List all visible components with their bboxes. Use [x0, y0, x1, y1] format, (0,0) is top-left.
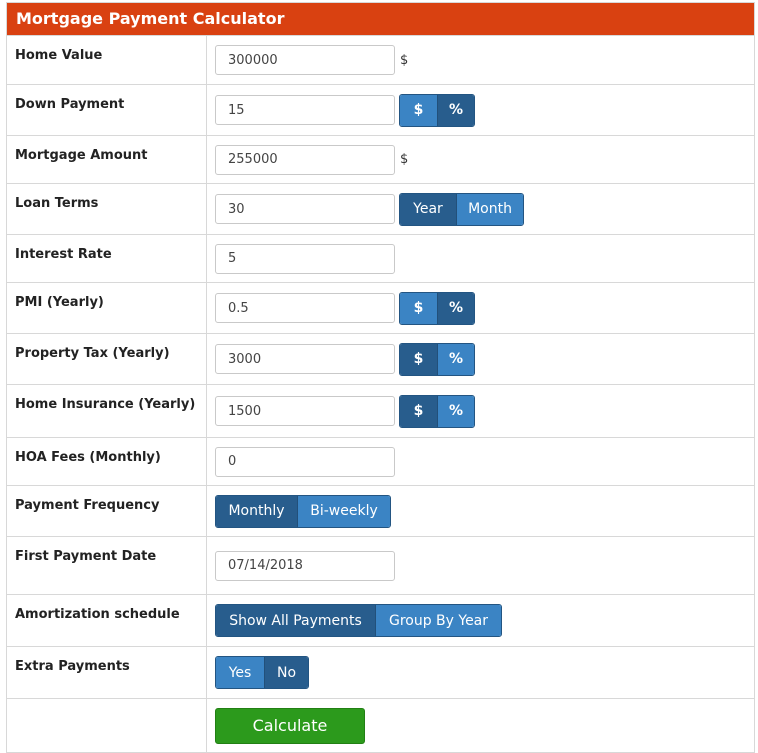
- row-pmi: PMI (Yearly) 0.5 $ %: [7, 282, 754, 333]
- payment-frequency-biweekly-button[interactable]: Bi-weekly: [297, 495, 390, 527]
- row-payment-frequency: Payment Frequency Monthly Bi-weekly: [7, 485, 754, 536]
- mortgage-calculator: Mortgage Payment Calculator Home Value 3…: [6, 2, 755, 753]
- row-down-payment: Down Payment 15 $ %: [7, 84, 754, 135]
- amortization-schedule-toggle: Show All Payments Group By Year: [215, 604, 502, 637]
- row-mortgage-amount: Mortgage Amount 255000 $: [7, 135, 754, 183]
- pmi-input[interactable]: 0.5: [215, 293, 395, 323]
- down-payment-unit-toggle: $ %: [399, 93, 475, 127]
- row-home-value: Home Value 300000 $: [7, 35, 754, 84]
- pmi-label: PMI (Yearly): [7, 283, 207, 333]
- extra-payments-toggle: Yes No: [215, 656, 309, 689]
- payment-frequency-monthly-button[interactable]: Monthly: [216, 495, 297, 527]
- row-calculate: Calculate: [7, 698, 754, 752]
- property-tax-label: Property Tax (Yearly): [7, 334, 207, 384]
- down-payment-input[interactable]: 15: [215, 95, 395, 125]
- loan-terms-unit-toggle: Year Month: [399, 192, 524, 226]
- calculate-button[interactable]: Calculate: [215, 707, 365, 744]
- down-payment-label: Down Payment: [7, 85, 207, 135]
- calculate-label-cell: [7, 699, 207, 752]
- home-insurance-dollar-button[interactable]: $: [400, 395, 437, 427]
- show-all-payments-button[interactable]: Show All Payments: [216, 605, 375, 636]
- property-tax-percent-button[interactable]: %: [437, 343, 474, 375]
- payment-frequency-label: Payment Frequency: [7, 486, 207, 536]
- mortgage-amount-input[interactable]: 255000: [215, 144, 395, 175]
- row-home-insurance: Home Insurance (Yearly) 1500 $ %: [7, 384, 754, 437]
- loan-terms-year-button[interactable]: Year: [400, 193, 456, 225]
- loan-terms-input[interactable]: 30: [215, 194, 395, 224]
- property-tax-unit-toggle: $ %: [399, 342, 475, 376]
- mortgage-amount-label: Mortgage Amount: [7, 136, 207, 183]
- home-insurance-unit-toggle: $ %: [399, 394, 475, 428]
- pmi-dollar-button[interactable]: $: [400, 292, 437, 324]
- home-value-label: Home Value: [7, 36, 207, 84]
- home-value-input[interactable]: 300000: [215, 45, 395, 75]
- hoa-fees-input[interactable]: 0: [215, 446, 395, 477]
- row-hoa-fees: HOA Fees (Monthly) 0: [7, 437, 754, 485]
- amortization-schedule-label: Amortization schedule: [7, 595, 207, 646]
- interest-rate-label: Interest Rate: [7, 235, 207, 282]
- row-interest-rate: Interest Rate 5: [7, 234, 754, 282]
- home-value-unit: $: [400, 52, 409, 68]
- loan-terms-month-button[interactable]: Month: [456, 193, 523, 225]
- row-loan-terms: Loan Terms 30 Year Month: [7, 183, 754, 234]
- pmi-percent-button[interactable]: %: [437, 292, 474, 324]
- home-insurance-input[interactable]: 1500: [215, 396, 395, 426]
- first-payment-date-label: First Payment Date: [7, 537, 207, 594]
- property-tax-dollar-button[interactable]: $: [400, 343, 437, 375]
- group-by-year-button[interactable]: Group By Year: [375, 605, 501, 636]
- mortgage-amount-unit: $: [400, 152, 409, 167]
- extra-payments-label: Extra Payments: [7, 647, 207, 698]
- calculator-title: Mortgage Payment Calculator: [7, 3, 754, 35]
- down-payment-dollar-button[interactable]: $: [400, 94, 437, 126]
- row-amortization-schedule: Amortization schedule Show All Payments …: [7, 594, 754, 646]
- pmi-unit-toggle: $ %: [399, 291, 475, 325]
- row-first-payment-date: First Payment Date 07/14/2018: [7, 536, 754, 594]
- home-insurance-percent-button[interactable]: %: [437, 395, 474, 427]
- extra-payments-yes-button[interactable]: Yes: [216, 657, 264, 688]
- loan-terms-label: Loan Terms: [7, 184, 207, 234]
- payment-frequency-toggle: Monthly Bi-weekly: [215, 494, 391, 528]
- home-insurance-label: Home Insurance (Yearly): [7, 385, 207, 437]
- interest-rate-input[interactable]: 5: [215, 243, 395, 274]
- first-payment-date-input[interactable]: 07/14/2018: [215, 550, 395, 581]
- down-payment-percent-button[interactable]: %: [437, 94, 474, 126]
- property-tax-input[interactable]: 3000: [215, 344, 395, 374]
- row-property-tax: Property Tax (Yearly) 3000 $ %: [7, 333, 754, 384]
- hoa-fees-label: HOA Fees (Monthly): [7, 438, 207, 485]
- row-extra-payments: Extra Payments Yes No: [7, 646, 754, 698]
- extra-payments-no-button[interactable]: No: [264, 657, 308, 688]
